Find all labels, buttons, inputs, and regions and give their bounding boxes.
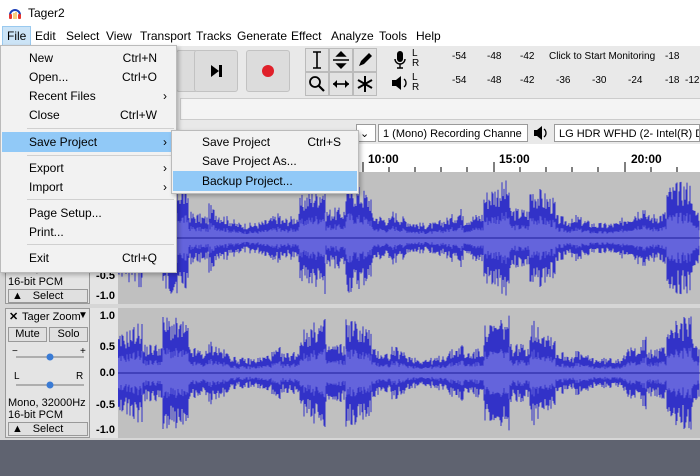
ruler-label: 20:00 <box>631 152 662 166</box>
zoom-tool-button[interactable] <box>305 72 329 96</box>
menu-tracks[interactable]: Tracks <box>196 29 232 43</box>
menu-item-open[interactable]: Open... Ctrl+O <box>2 67 175 87</box>
menu-item-export[interactable]: Export › <box>2 158 175 178</box>
menu-transport[interactable]: Transport <box>140 29 191 43</box>
menu-view[interactable]: View <box>106 29 132 43</box>
microphone-icon[interactable] <box>392 50 408 73</box>
title-bar: Tager2 <box>0 0 700 26</box>
audacity-logo-icon <box>9 9 21 19</box>
playback-device-dropdown[interactable]: LG HDR WFHD (2- Intel(R) Disp <box>554 124 700 142</box>
skip-end-icon <box>211 65 222 77</box>
playback-meter[interactable]: L R -54 -48 -42 -36 -30 -24 -18 -12 <box>410 72 700 93</box>
monitoring-hint[interactable]: Click to Start Monitoring <box>549 51 655 62</box>
menu-edit[interactable]: Edit <box>35 29 56 43</box>
svg-text:−: − <box>12 346 18 357</box>
track-1-bitdepth: 16-bit PCM <box>8 276 64 288</box>
menu-item-backup-project[interactable]: Backup Project... <box>173 171 357 191</box>
window-title: Tager2 <box>28 6 65 20</box>
menu-tools[interactable]: Tools <box>379 29 407 43</box>
collapse-arrow-icon: ▲ <box>12 290 23 302</box>
solo-button[interactable]: Solo <box>49 327 88 342</box>
menu-item-save-project[interactable]: Save Project › <box>2 132 175 152</box>
track-2-vertical-scale[interactable]: 1.0 0.5 0.0 -0.5 -1.0 <box>90 308 118 438</box>
multi-tool-button[interactable] <box>353 72 377 96</box>
menu-item-import[interactable]: Import › <box>2 177 175 197</box>
menu-item-new[interactable]: New Ctrl+N <box>2 48 175 68</box>
file-menu: New Ctrl+N Open... Ctrl+O Recent Files › Cl… <box>0 45 177 273</box>
envelope-tool-button[interactable] <box>329 48 353 72</box>
speaker-icon <box>534 126 547 140</box>
track-2-bitdepth: 16-bit PCM <box>8 409 64 421</box>
draw-tool-button[interactable] <box>353 48 377 72</box>
menu-item-recent-files[interactable]: Recent Files › <box>2 86 175 106</box>
menu-separator <box>27 244 174 245</box>
record-meter[interactable]: L R -54 -48 -42 Click to Start Monitorin… <box>410 48 700 69</box>
menu-help[interactable]: Help <box>416 29 441 43</box>
menu-select[interactable]: Select <box>66 29 99 43</box>
ruler-label: 10:00 <box>368 152 399 166</box>
collapse-arrow-icon: ▲ <box>12 423 23 435</box>
menu-file[interactable]: File <box>2 26 32 46</box>
close-track-icon[interactable]: ✕ <box>9 310 18 323</box>
menu-item-print[interactable]: Print... <box>2 222 175 242</box>
track-2-waveform[interactable] <box>118 308 700 438</box>
track-2-control-panel[interactable]: ✕ Tager Zoom ▼ Mute Solo − + L R Mono, 32… <box>5 308 90 438</box>
menu-analyze[interactable]: Analyze <box>331 29 374 43</box>
selection-tool-button[interactable] <box>305 48 329 72</box>
empty-track-area[interactable] <box>0 440 700 476</box>
time-shift-tool-button[interactable] <box>329 72 353 96</box>
menu-bar: File Edit Select View Transport Tracks G… <box>0 26 700 46</box>
asterisk-icon <box>357 76 373 92</box>
magnifier-icon <box>309 76 325 92</box>
menu-separator <box>27 155 174 156</box>
menu-generate[interactable]: Generate <box>237 29 287 43</box>
track-2-select-button[interactable]: ▲ Select <box>8 422 88 436</box>
pencil-icon <box>359 53 372 66</box>
speaker-icon[interactable] <box>390 74 410 95</box>
menu-item-save-project-as[interactable]: Save Project As... <box>173 151 357 171</box>
menu-effect[interactable]: Effect <box>291 29 321 43</box>
menu-separator <box>27 199 174 200</box>
record-button[interactable] <box>246 50 290 92</box>
gain-pan-sliders[interactable]: − + <box>10 345 88 395</box>
track-2-name[interactable]: Tager Zoom <box>22 311 81 323</box>
track-1-select-button[interactable]: ▲ Select <box>8 289 88 303</box>
save-project-submenu: Save Project Ctrl+S Save Project As... Ba… <box>171 130 359 194</box>
i-beam-icon <box>313 51 321 69</box>
skip-to-end-button[interactable] <box>194 50 238 92</box>
host-dropdown-arrow[interactable]: ⌄ <box>356 124 376 142</box>
record-icon <box>262 65 274 77</box>
pan-right-label: R <box>76 371 84 382</box>
menu-separator <box>27 128 174 129</box>
ruler-label: 15:00 <box>499 152 530 166</box>
toolbar-strip <box>180 98 700 120</box>
pan-left-label: L <box>14 371 20 382</box>
menu-item-exit[interactable]: Exit Ctrl+Q <box>2 248 175 268</box>
track-menu-arrow-icon[interactable]: ▼ <box>78 310 88 321</box>
track-2-format: Mono, 32000Hz <box>8 397 86 409</box>
envelope-icon <box>333 51 349 69</box>
menu-item-save-project[interactable]: Save Project Ctrl+S <box>173 132 357 152</box>
mute-button[interactable]: Mute <box>8 327 47 342</box>
double-arrow-icon <box>333 80 349 88</box>
recording-channels-dropdown[interactable]: 1 (Mono) Recording Channe <box>378 124 528 142</box>
svg-text:+: + <box>80 346 86 357</box>
menu-item-page-setup[interactable]: Page Setup... <box>2 203 175 223</box>
menu-item-close[interactable]: Close Ctrl+W <box>2 105 175 125</box>
